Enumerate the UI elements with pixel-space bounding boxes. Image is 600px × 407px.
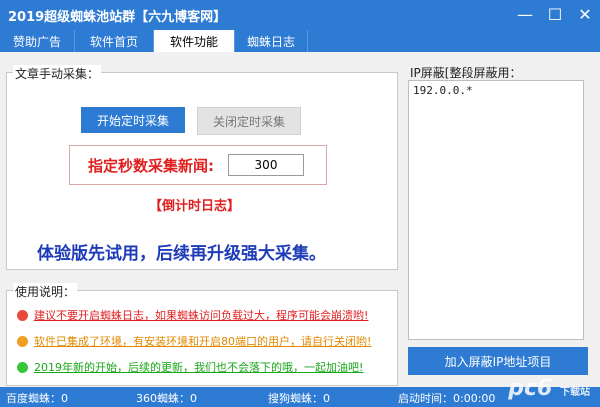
watermark-logo: pc6 下载站 bbox=[508, 376, 590, 401]
notice-link[interactable]: 2019年新的开始，后续的更新，我们也不会落下的哦，一起加油吧! bbox=[34, 359, 363, 375]
close-icon: ✕ bbox=[578, 4, 592, 24]
tab-sponsor-ads[interactable]: 赞助广告 bbox=[0, 30, 75, 52]
title-bar: 2019超级蜘蛛池站群【六九博客网】 — ☐ ✕ bbox=[0, 0, 600, 28]
ip-block-list[interactable]: 192.0.0.* bbox=[408, 80, 584, 340]
trial-notice: 体验版先试用，后续再升级强大采集。 bbox=[37, 244, 326, 264]
countdown-log-label: 【倒计时日志】 bbox=[149, 199, 241, 214]
usage-legend: 使用说明： bbox=[13, 283, 78, 300]
usage-group: 使用说明： 建议不要开启蜘蛛日志，如果蜘蛛访问负载过大，程序可能会崩溃哟! 软件… bbox=[6, 283, 398, 386]
sogou-spider-count: 搜狗蜘蛛：0 bbox=[268, 392, 330, 405]
window-title: 2019超级蜘蛛池站群【六九博客网】 bbox=[8, 10, 227, 25]
tab-spider-log[interactable]: 蜘蛛日志 bbox=[235, 30, 308, 52]
maximize-icon: ☐ bbox=[547, 4, 563, 24]
manual-collect-legend: 文章手动采集： bbox=[13, 65, 102, 82]
green-dot-icon bbox=[17, 361, 28, 373]
notice-link[interactable]: 建议不要开启蜘蛛日志，如果蜘蛛访问负载过大，程序可能会崩溃哟! bbox=[34, 307, 368, 323]
baidu-spider-count: 百度蜘蛛：0 bbox=[6, 392, 68, 405]
minimize-button[interactable]: — bbox=[512, 2, 538, 26]
interval-label: 指定秒数采集新闻: bbox=[88, 157, 214, 175]
notice-link[interactable]: 软件已集成了环境，有安装环境和开启80端口的用户，请自行关闭哟! bbox=[34, 333, 371, 349]
notice-item: 软件已集成了环境，有安装环境和开启80端口的用户，请自行关闭哟! bbox=[17, 331, 371, 351]
red-dot-icon bbox=[17, 309, 28, 321]
watermark-text: pc6 bbox=[508, 376, 553, 401]
tab-home[interactable]: 软件首页 bbox=[75, 30, 154, 52]
orange-dot-icon bbox=[17, 335, 28, 347]
notice-item: 2019年新的开始，后续的更新，我们也不会落下的哦，一起加油吧! bbox=[17, 357, 363, 377]
close-button[interactable]: ✕ bbox=[572, 2, 598, 26]
app-window: 2019超级蜘蛛池站群【六九博客网】 — ☐ ✕ 赞助广告 软件首页 软件功能 … bbox=[0, 0, 600, 407]
minimize-icon: — bbox=[517, 4, 533, 24]
tab-features[interactable]: 软件功能 bbox=[154, 30, 235, 52]
start-timer-button[interactable]: 开始定时采集 bbox=[81, 107, 185, 133]
notice-item: 建议不要开启蜘蛛日志，如果蜘蛛访问负载过大，程序可能会崩溃哟! bbox=[17, 305, 368, 325]
uptime-label: 启动时间：0:00:00 bbox=[398, 392, 496, 405]
spider-360-count: 360蜘蛛：0 bbox=[136, 392, 197, 405]
tab-bar: 赞助广告 软件首页 软件功能 蜘蛛日志 bbox=[0, 28, 600, 52]
interval-input[interactable] bbox=[228, 154, 304, 176]
stop-timer-button[interactable]: 关闭定时采集 bbox=[197, 107, 301, 135]
add-blocked-ip-button[interactable]: 加入屏蔽IP地址项目 bbox=[408, 347, 588, 375]
manual-collect-group: 文章手动采集： 开始定时采集 关闭定时采集 指定秒数采集新闻: 【倒计时日志】 … bbox=[6, 65, 398, 270]
maximize-button[interactable]: ☐ bbox=[542, 2, 568, 26]
interval-box: 指定秒数采集新闻: bbox=[69, 145, 327, 185]
watermark-sub: 下载站 bbox=[560, 387, 590, 398]
